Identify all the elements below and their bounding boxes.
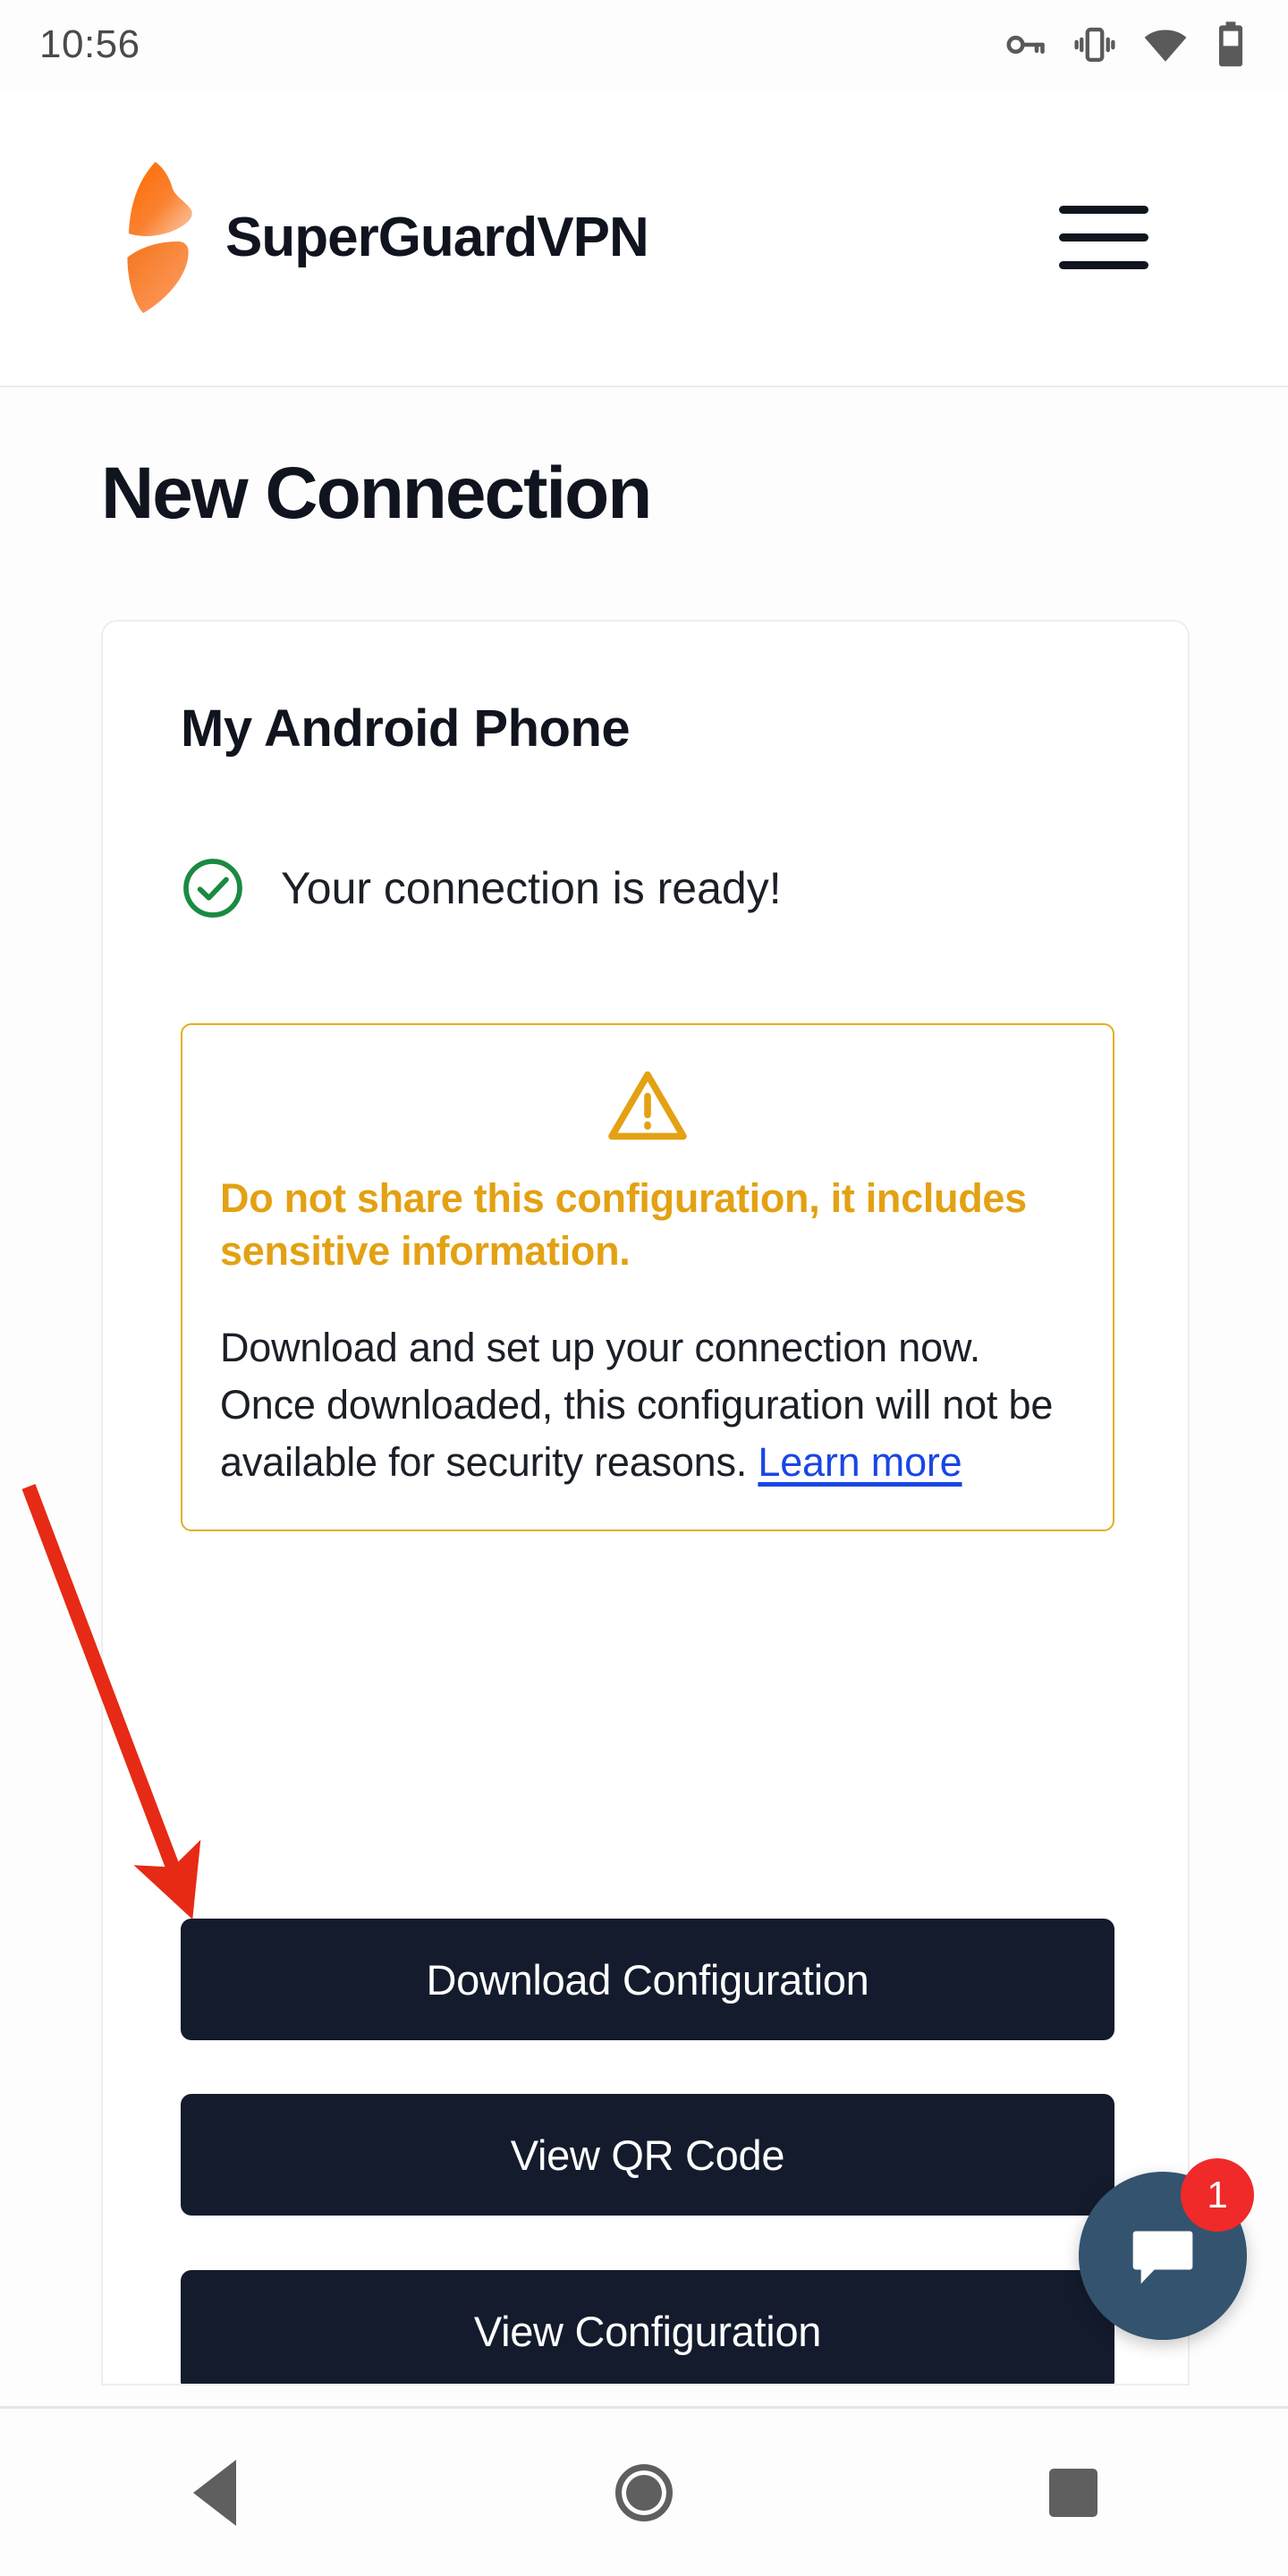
app-header: SuperGuardVPN [0, 89, 1288, 387]
back-triangle-icon[interactable] [134, 2439, 295, 2546]
back-glyph [193, 2459, 236, 2526]
status-bar: 10:56 [0, 0, 1288, 89]
android-nav-bar [0, 2406, 1288, 2576]
warning-body: Download and set up your connection now.… [220, 1319, 1075, 1491]
hamburger-bar [1059, 206, 1148, 214]
chat-unread-badge: 1 [1181, 2158, 1254, 2232]
learn-more-link[interactable]: Learn more [758, 1439, 962, 1485]
hamburger-menu-icon[interactable] [1059, 202, 1148, 274]
sensitive-config-warning: Do not share this configuration, it incl… [181, 1023, 1114, 1532]
warning-headline: Do not share this configuration, it incl… [220, 1175, 1027, 1275]
home-circle-icon[interactable] [564, 2439, 724, 2546]
connection-card: My Android Phone Your connection is read… [101, 620, 1190, 2385]
warning-icon-wrap [220, 1066, 1075, 1145]
warning-triangle-icon [603, 1066, 692, 1145]
brand[interactable]: SuperGuardVPN [122, 159, 649, 316]
check-circle-icon [181, 856, 245, 920]
phone-screen: 10:56 SuperGuardVPN New Connection My An… [0, 0, 1288, 2576]
vibrate-icon [1072, 21, 1118, 68]
view-qr-code-button[interactable]: View QR Code [181, 2094, 1114, 2216]
ready-text: Your connection is ready! [281, 863, 782, 913]
hamburger-bar [1059, 261, 1148, 269]
recents-glyph [1049, 2468, 1097, 2517]
view-configuration-button[interactable]: View Configuration [181, 2270, 1114, 2384]
brand-name: SuperGuardVPN [225, 207, 649, 268]
connection-ready-status: Your connection is ready! [181, 856, 782, 920]
fox-logo-icon [122, 159, 202, 316]
home-glyph [615, 2463, 673, 2521]
vpn-key-icon [1002, 21, 1048, 68]
page-title: New Connection [101, 453, 652, 534]
download-configuration-button[interactable]: Download Configuration [181, 1919, 1114, 2040]
chat-bubble-icon [1124, 2216, 1201, 2296]
status-clock: 10:56 [39, 22, 140, 66]
wifi-icon [1141, 21, 1190, 69]
recents-square-icon[interactable] [993, 2439, 1154, 2546]
status-icon-group [1002, 21, 1249, 69]
hamburger-bar [1059, 233, 1148, 242]
battery-icon [1213, 21, 1249, 69]
connection-name: My Android Phone [181, 699, 631, 758]
